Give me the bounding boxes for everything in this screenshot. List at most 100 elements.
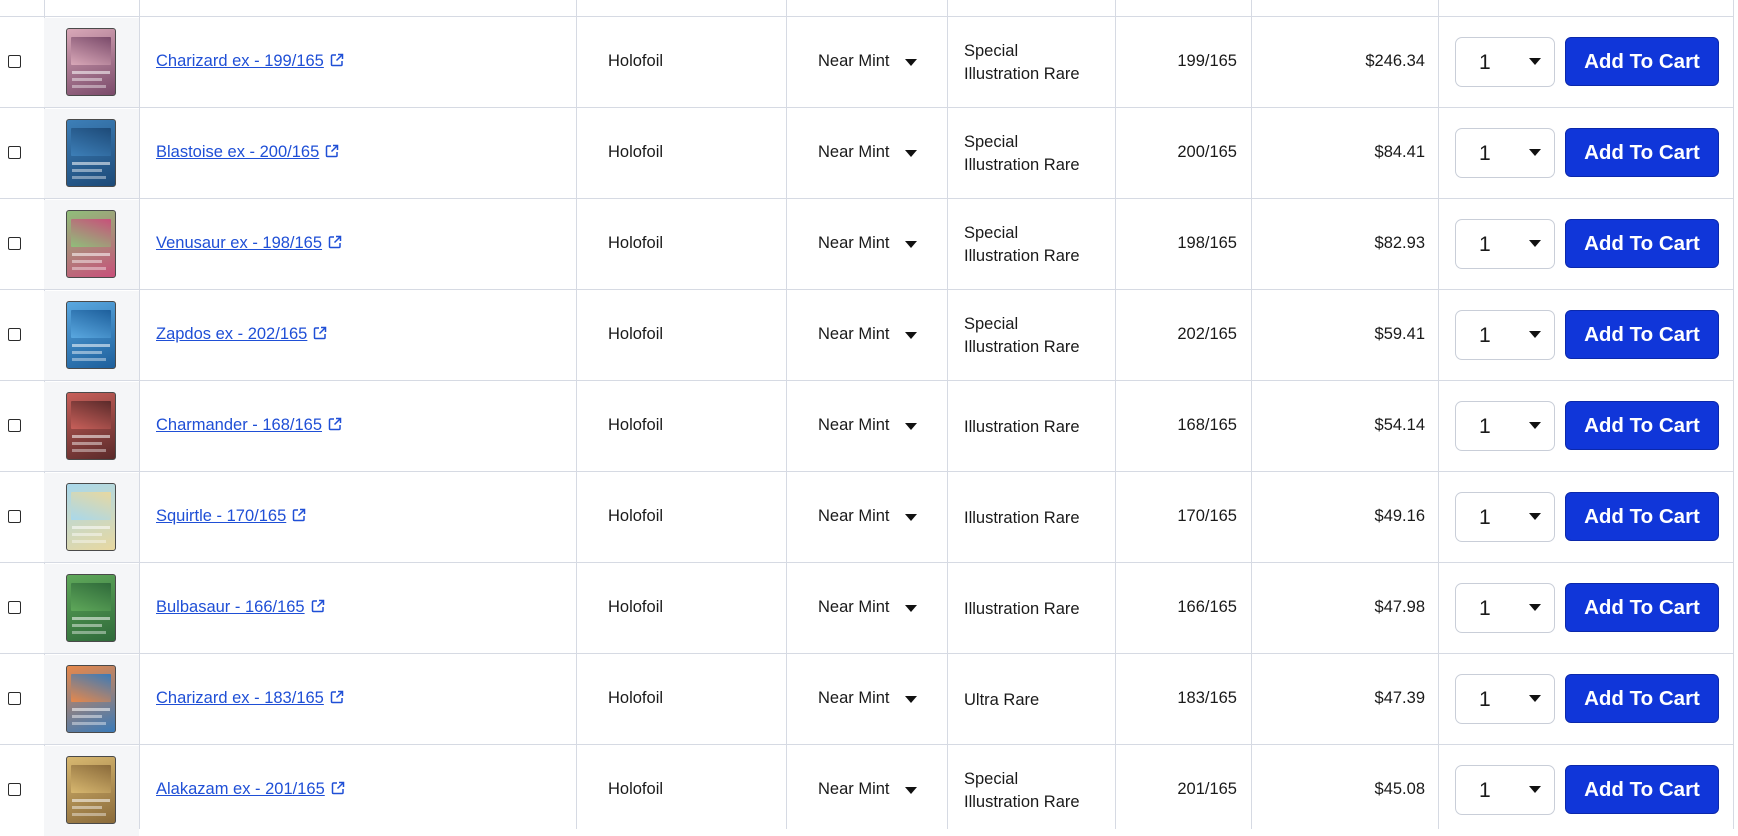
row-divider bbox=[0, 744, 1734, 745]
quantity-select[interactable]: 1 bbox=[1455, 128, 1555, 178]
rarity-line: Illustration Rare bbox=[964, 65, 1080, 83]
card-thumbnail[interactable] bbox=[66, 392, 116, 460]
card-thumbnail[interactable] bbox=[66, 210, 116, 278]
card-number: 198/165 bbox=[1177, 234, 1237, 252]
product-name-link[interactable]: Squirtle - 170/165 bbox=[156, 507, 306, 526]
card-thumbnail[interactable] bbox=[66, 28, 116, 96]
add-to-cart-button[interactable]: Add To Cart bbox=[1565, 492, 1719, 541]
product-name-text: Venusaur ex - 198/165 bbox=[156, 234, 323, 252]
card-thumbnail[interactable] bbox=[66, 665, 116, 733]
product-name-link[interactable]: Venusaur ex - 198/165 bbox=[156, 234, 342, 253]
rarity-value: Special Illustration Rare bbox=[964, 768, 1124, 814]
rarity-line: Illustration Rare bbox=[964, 247, 1080, 265]
quantity-select[interactable]: 1 bbox=[1455, 401, 1555, 451]
caret-down-icon bbox=[1529, 786, 1541, 793]
add-to-cart-button[interactable]: Add To Cart bbox=[1565, 219, 1719, 268]
caret-down-icon[interactable] bbox=[905, 605, 917, 612]
quantity-select[interactable]: 1 bbox=[1455, 583, 1555, 633]
rarity-line: Special bbox=[964, 770, 1019, 788]
table-row: Zapdos ex - 202/165 Holofoil Near Mint S… bbox=[0, 290, 1738, 381]
row-select-checkbox[interactable] bbox=[8, 692, 21, 705]
condition-select[interactable]: Near Mint bbox=[818, 598, 890, 617]
condition-value: Near Mint bbox=[818, 598, 890, 616]
card-text-line bbox=[72, 253, 110, 256]
table-row: Charizard ex - 183/165 Holofoil Near Min… bbox=[0, 654, 1738, 745]
product-name-link[interactable]: Blastoise ex - 200/165 bbox=[156, 143, 339, 162]
product-name-text: Alakazam ex - 201/165 bbox=[156, 780, 325, 798]
row-select-checkbox[interactable] bbox=[8, 783, 21, 796]
card-thumbnail[interactable] bbox=[66, 301, 116, 369]
card-text-line bbox=[72, 442, 102, 445]
rarity-value: Special Illustration Rare bbox=[964, 222, 1124, 268]
product-name-link[interactable]: Charizard ex - 183/165 bbox=[156, 689, 344, 708]
condition-value: Near Mint bbox=[818, 689, 890, 707]
add-to-cart-button[interactable]: Add To Cart bbox=[1565, 674, 1719, 723]
condition-select[interactable]: Near Mint bbox=[818, 507, 890, 526]
card-text-line bbox=[72, 267, 106, 270]
caret-down-icon[interactable] bbox=[905, 59, 917, 66]
product-name-link[interactable]: Charizard ex - 199/165 bbox=[156, 52, 344, 71]
caret-down-icon[interactable] bbox=[905, 787, 917, 794]
quantity-value: 1 bbox=[1479, 506, 1491, 529]
price-value: $45.08 bbox=[1374, 780, 1425, 798]
rarity-line: Illustration Rare bbox=[964, 793, 1080, 811]
condition-value: Near Mint bbox=[818, 416, 890, 434]
add-to-cart-button[interactable]: Add To Cart bbox=[1565, 37, 1719, 86]
condition-select[interactable]: Near Mint bbox=[818, 780, 890, 799]
caret-down-icon[interactable] bbox=[905, 150, 917, 157]
card-thumbnail[interactable] bbox=[66, 574, 116, 642]
caret-down-icon[interactable] bbox=[905, 332, 917, 339]
rarity-line: Special bbox=[964, 315, 1019, 333]
condition-select[interactable]: Near Mint bbox=[818, 325, 890, 344]
row-select-checkbox[interactable] bbox=[8, 237, 21, 250]
product-name-link[interactable]: Charmander - 168/165 bbox=[156, 416, 342, 435]
caret-down-icon[interactable] bbox=[905, 241, 917, 248]
price-value: $59.41 bbox=[1374, 325, 1425, 343]
condition-select[interactable]: Near Mint bbox=[818, 143, 890, 162]
product-table: Charizard ex - 199/165 Holofoil Near Min… bbox=[0, 0, 1738, 836]
add-to-cart-button[interactable]: Add To Cart bbox=[1565, 583, 1719, 632]
caret-down-icon[interactable] bbox=[905, 423, 917, 430]
row-select-checkbox[interactable] bbox=[8, 419, 21, 432]
row-select-checkbox[interactable] bbox=[8, 55, 21, 68]
caret-down-icon bbox=[1529, 240, 1541, 247]
add-to-cart-button[interactable]: Add To Cart bbox=[1565, 401, 1719, 450]
add-to-cart-button[interactable]: Add To Cart bbox=[1565, 310, 1719, 359]
product-name-link[interactable]: Alakazam ex - 201/165 bbox=[156, 780, 345, 799]
condition-select[interactable]: Near Mint bbox=[818, 689, 890, 708]
card-art bbox=[71, 583, 111, 611]
quantity-select[interactable]: 1 bbox=[1455, 310, 1555, 360]
row-divider bbox=[0, 107, 1734, 108]
condition-select[interactable]: Near Mint bbox=[818, 234, 890, 253]
add-to-cart-button[interactable]: Add To Cart bbox=[1565, 765, 1719, 814]
row-select-checkbox[interactable] bbox=[8, 146, 21, 159]
table-row: Alakazam ex - 201/165 Holofoil Near Mint… bbox=[0, 745, 1738, 836]
quantity-value: 1 bbox=[1479, 51, 1491, 74]
quantity-select[interactable]: 1 bbox=[1455, 492, 1555, 542]
card-text-line bbox=[72, 526, 110, 529]
table-row: Charmander - 168/165 Holofoil Near Mint … bbox=[0, 381, 1738, 472]
card-thumbnail[interactable] bbox=[66, 483, 116, 551]
add-to-cart-button[interactable]: Add To Cart bbox=[1565, 128, 1719, 177]
card-art bbox=[71, 37, 111, 65]
condition-select[interactable]: Near Mint bbox=[818, 416, 890, 435]
product-name-link[interactable]: Zapdos ex - 202/165 bbox=[156, 325, 327, 344]
quantity-select[interactable]: 1 bbox=[1455, 674, 1555, 724]
price-value: $246.34 bbox=[1365, 52, 1425, 70]
table-row: Bulbasaur - 166/165 Holofoil Near Mint I… bbox=[0, 563, 1738, 654]
card-thumbnail[interactable] bbox=[66, 756, 116, 824]
card-text-line bbox=[72, 71, 110, 74]
row-select-checkbox[interactable] bbox=[8, 328, 21, 341]
condition-select[interactable]: Near Mint bbox=[818, 52, 890, 71]
row-select-checkbox[interactable] bbox=[8, 601, 21, 614]
quantity-select[interactable]: 1 bbox=[1455, 219, 1555, 269]
product-name-link[interactable]: Bulbasaur - 166/165 bbox=[156, 598, 325, 617]
printing-value: Holofoil bbox=[608, 325, 664, 343]
quantity-select[interactable]: 1 bbox=[1455, 765, 1555, 815]
quantity-select[interactable]: 1 bbox=[1455, 37, 1555, 87]
caret-down-icon[interactable] bbox=[905, 696, 917, 703]
card-thumbnail[interactable] bbox=[66, 119, 116, 187]
row-select-checkbox[interactable] bbox=[8, 510, 21, 523]
card-number: 170/165 bbox=[1177, 507, 1237, 525]
caret-down-icon[interactable] bbox=[905, 514, 917, 521]
